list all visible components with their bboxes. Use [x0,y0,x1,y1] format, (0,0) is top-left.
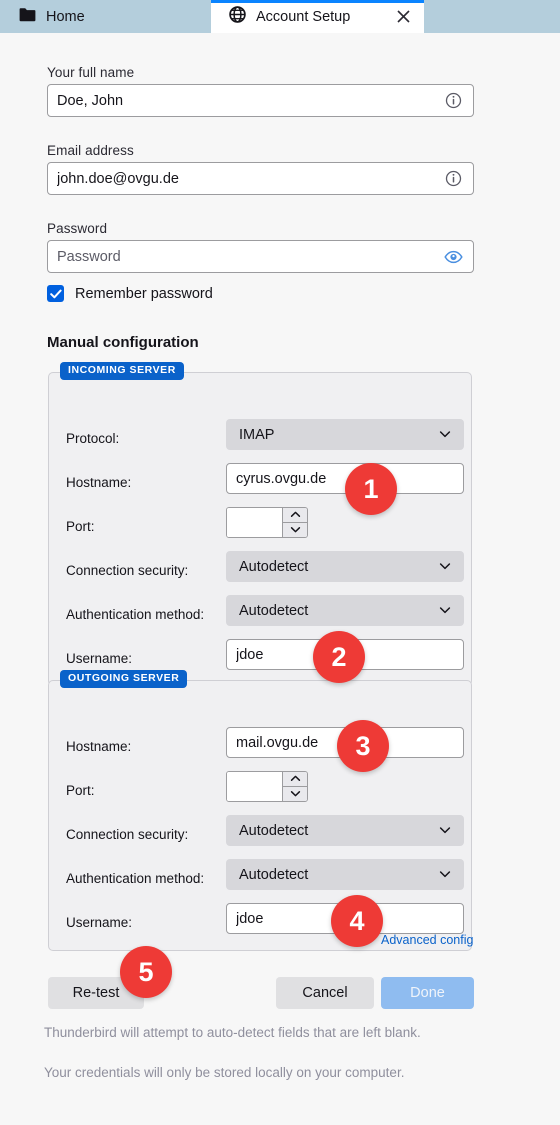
outgoing-port-value[interactable] [227,772,282,801]
email-value: john.doe@ovgu.de [57,170,179,187]
outgoing-server-legend: OUTGOING SERVER [60,670,188,688]
email-label: Email address [47,143,134,158]
outgoing-security-value: Autodetect [239,822,309,839]
cancel-button[interactable]: Cancel [276,977,374,1009]
done-button[interactable]: Done [381,977,474,1009]
chevron-down-icon [438,427,454,443]
tab-home[interactable]: Home [0,0,211,33]
remember-password-row[interactable]: Remember password [47,285,213,302]
incoming-protocol-label: Protocol: [66,431,120,446]
close-icon[interactable] [392,6,414,28]
incoming-auth-select[interactable]: Autodetect [226,595,464,626]
incoming-port-stepper[interactable] [226,507,308,538]
callout-marker-1: 1 [345,463,397,515]
outgoing-server-fieldset: OUTGOING SERVER Hostname: mail.ovgu.de P… [48,670,472,951]
incoming-security-label: Connection security: [66,563,189,578]
outgoing-port-label: Port: [66,783,95,798]
manual-configuration-heading: Manual configuration [47,334,199,351]
outgoing-port-stepper[interactable] [226,771,308,802]
tab-account-setup[interactable]: Account Setup [211,0,424,33]
account-setup-form: Your full name Doe, John Email address j… [0,33,560,1125]
callout-marker-2: 2 [313,631,365,683]
outgoing-auth-value: Autodetect [239,866,309,883]
outgoing-username-label: Username: [66,915,133,930]
callout-marker-4: 4 [331,895,383,947]
incoming-server-fieldset: INCOMING SERVER Protocol: IMAP Hostname:… [48,362,472,686]
incoming-auth-label: Authentication method: [66,607,205,622]
footnote-credentials: Your credentials will only be stored loc… [44,1065,405,1080]
globe-icon [229,6,246,27]
chevron-down-icon [438,559,454,575]
info-icon[interactable] [442,168,464,190]
password-label: Password [47,221,108,236]
outgoing-security-select[interactable]: Autodetect [226,815,464,846]
password-placeholder: Password [57,248,121,265]
chevron-down-icon [438,823,454,839]
incoming-security-value: Autodetect [239,558,309,575]
tab-bar: Home Account Setup [0,0,560,33]
fullname-input[interactable]: Doe, John [47,84,474,117]
remember-password-checkbox[interactable] [47,285,64,302]
incoming-protocol-select[interactable]: IMAP [226,419,464,450]
incoming-port-value[interactable] [227,508,282,537]
incoming-port-buttons [282,508,307,537]
password-input[interactable]: Password [47,240,474,273]
info-icon[interactable] [442,90,464,112]
callout-marker-5: 5 [120,946,172,998]
footnote-autodetect: Thunderbird will attempt to auto-detect … [44,1025,421,1040]
outgoing-port-buttons [282,772,307,801]
advanced-config-link[interactable]: Advanced config [381,933,473,947]
tab-home-label: Home [46,8,85,25]
incoming-hostname-label: Hostname: [66,475,132,490]
account-setup-window: Home Account Setup Your full name Doe, J… [0,0,560,1125]
fullname-label: Your full name [47,65,135,80]
chevron-down-icon[interactable] [283,786,307,801]
callout-marker-3: 3 [337,720,389,772]
fullname-value: Doe, John [57,92,124,109]
remember-password-label: Remember password [75,285,213,302]
folder-icon [19,7,36,26]
incoming-protocol-value: IMAP [239,426,275,443]
chevron-up-icon[interactable] [283,508,307,523]
incoming-auth-value: Autodetect [239,602,309,619]
chevron-down-icon [438,867,454,883]
incoming-security-select[interactable]: Autodetect [226,551,464,582]
outgoing-security-label: Connection security: [66,827,189,842]
outgoing-auth-label: Authentication method: [66,871,205,886]
chevron-up-icon[interactable] [283,772,307,787]
eye-icon[interactable] [442,246,464,268]
incoming-port-label: Port: [66,519,95,534]
incoming-server-legend: INCOMING SERVER [60,362,184,380]
email-input[interactable]: john.doe@ovgu.de [47,162,474,195]
outgoing-auth-select[interactable]: Autodetect [226,859,464,890]
chevron-down-icon [438,603,454,619]
outgoing-hostname-label: Hostname: [66,739,132,754]
incoming-username-label: Username: [66,651,133,666]
chevron-down-icon[interactable] [283,522,307,537]
tab-account-setup-label: Account Setup [256,8,351,25]
